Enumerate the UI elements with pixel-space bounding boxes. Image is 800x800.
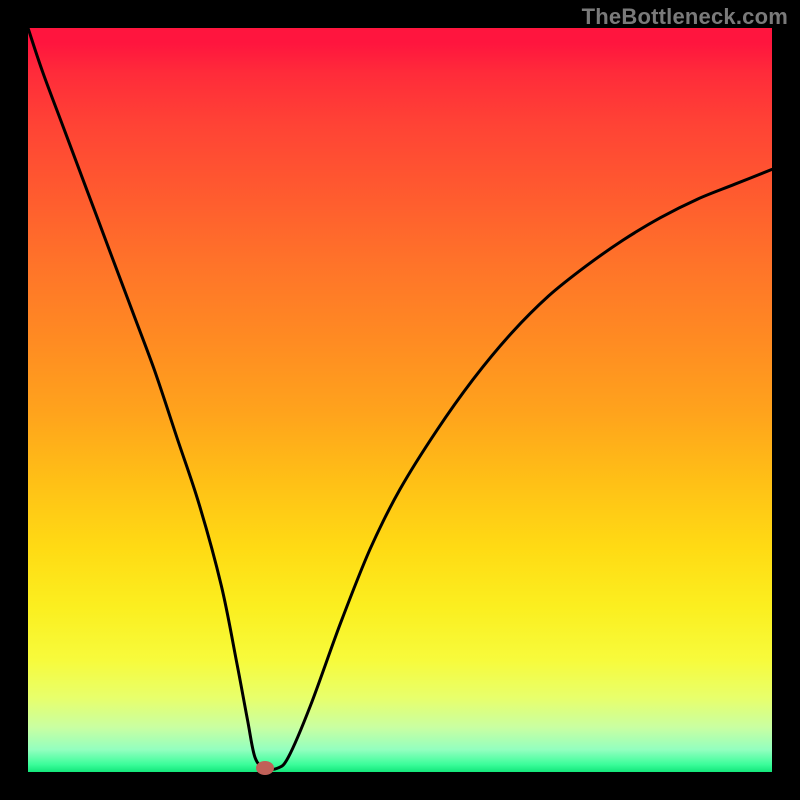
chart-frame: TheBottleneck.com (0, 0, 800, 800)
curve-svg (28, 28, 772, 772)
bottleneck-curve (28, 28, 772, 770)
plot-area (28, 28, 772, 772)
watermark-text: TheBottleneck.com (582, 4, 788, 30)
optimum-marker (256, 761, 274, 775)
